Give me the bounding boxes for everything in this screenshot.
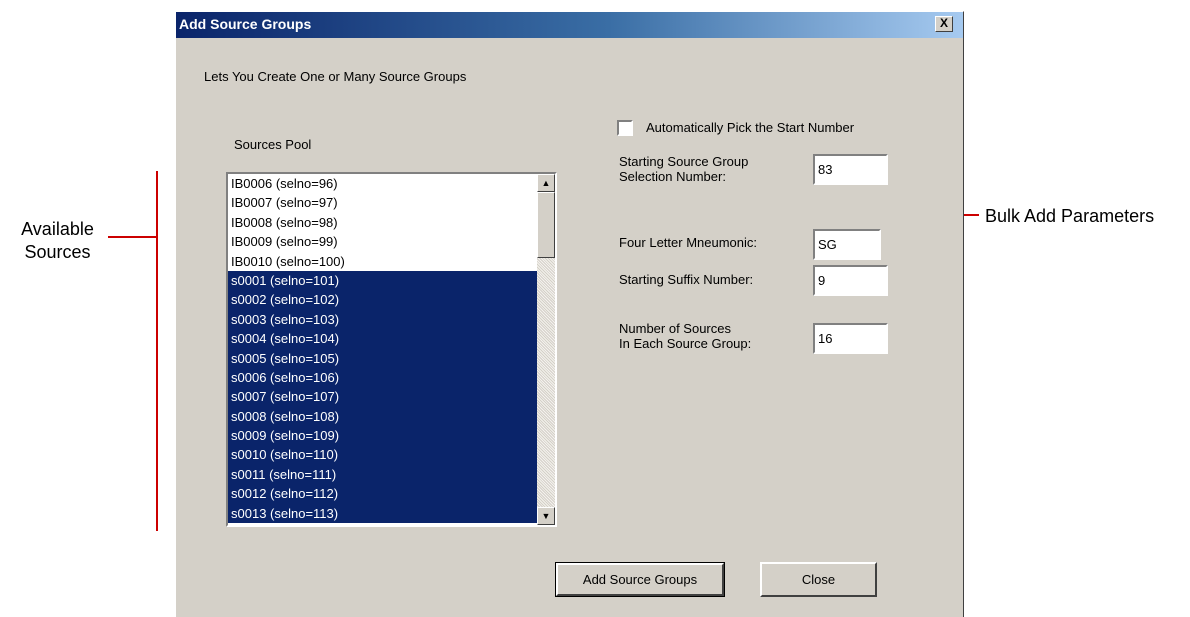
bulk-add-parameters-annotation: Bulk Add Parameters [985,206,1155,226]
list-item[interactable]: IB0007 (selno=97) [228,193,537,212]
starting-suffix-number-input[interactable]: 9 [813,265,888,296]
sources-per-group-input[interactable]: 16 [813,323,888,354]
scroll-down-button[interactable]: ▼ [537,507,555,525]
list-item[interactable]: s0010 (selno=110) [228,445,537,465]
add-source-groups-dialog: Add Source Groups X Lets You Create One … [175,11,964,617]
triangle-up-icon: ▲ [541,178,551,188]
auto-pick-start-number-label[interactable]: Automatically Pick the Start Number [646,120,854,135]
starting-suffix-number-label: Starting Suffix Number: [619,272,754,287]
scroll-thumb[interactable] [537,192,555,258]
starting-selection-number-input[interactable]: 83 [813,154,888,185]
list-item[interactable]: IB0008 (selno=98) [228,213,537,232]
close-window-button[interactable]: X [935,16,953,32]
available-sources-bracket [156,171,158,531]
list-item[interactable]: IB0006 (selno=96) [228,174,537,193]
add-source-groups-button[interactable]: Add Source Groups [555,562,725,597]
list-item[interactable]: s0006 (selno=106) [228,367,537,388]
mnemonic-input[interactable]: SG [813,229,881,260]
description-text: Lets You Create One or Many Source Group… [204,69,467,84]
list-item[interactable]: s0009 (selno=109) [228,426,537,446]
list-item[interactable]: s0004 (selno=104) [228,329,537,349]
mnemonic-label: Four Letter Mneumonic: [619,235,758,250]
auto-pick-start-number-checkbox[interactable] [617,120,633,136]
triangle-down-icon: ▼ [541,511,551,521]
scroll-up-button[interactable]: ▲ [537,174,555,192]
list-item[interactable]: IB0010 (selno=100) [228,252,537,271]
list-item[interactable]: s0008 (selno=108) [228,406,537,427]
list-item[interactable]: IB0009 (selno=99) [228,232,537,251]
list-item[interactable]: s0007 (selno=107) [228,387,537,407]
sources-per-group-label: Number of Sources In Each Source Group: [619,321,752,351]
list-item[interactable]: s0002 (selno=102) [228,290,537,310]
sources-list: IB0006 (selno=96) IB0007 (selno=97) IB0008… [228,174,537,524]
window-title: Add Source Groups [179,16,312,32]
starting-selection-number-label: Starting Source Group Selection Number: [619,154,749,184]
available-sources-callout-line [108,236,157,238]
list-item[interactable]: s0001 (selno=101) [228,270,537,291]
close-button[interactable]: Close [760,562,877,597]
sources-vertical-scrollbar[interactable]: ▲ ▼ [537,174,555,525]
list-item[interactable]: s0012 (selno=112) [228,484,537,504]
title-bar[interactable]: Add Source Groups X [176,12,963,38]
sources-pool-label: Sources Pool [234,137,312,152]
list-item[interactable]: s0005 (selno=105) [228,348,537,368]
list-item[interactable]: s0011 (selno=111) [228,464,537,485]
close-icon: X [939,16,948,30]
available-sources-annotation: Available Sources [21,219,94,262]
list-item[interactable]: s0003 (selno=103) [228,309,537,330]
list-item[interactable]: s0013 (selno=113) [228,503,537,524]
sources-pool-listbox[interactable]: IB0006 (selno=96) IB0007 (selno=97) IB0008… [226,172,557,527]
